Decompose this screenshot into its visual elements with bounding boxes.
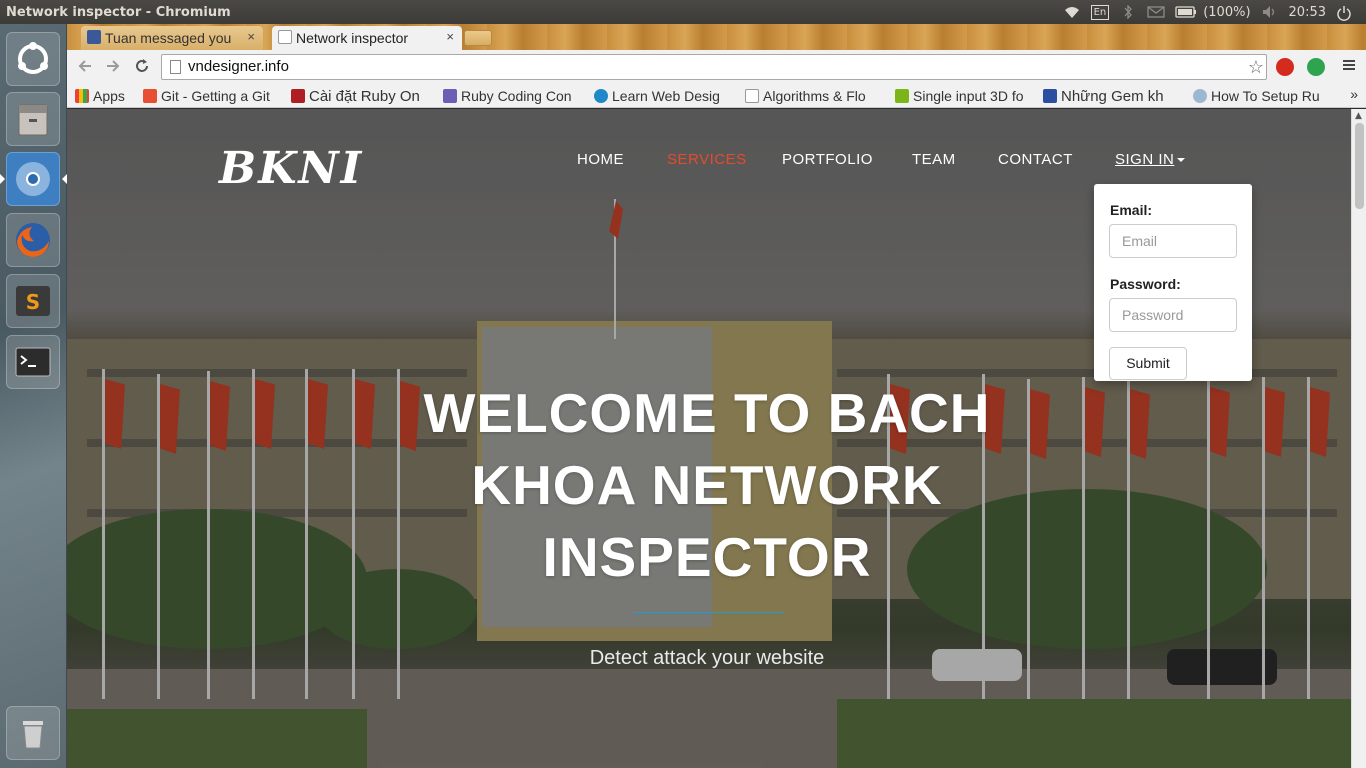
nav-services[interactable]: SERVICES — [667, 151, 747, 168]
bookmark-label: Những Gem kh — [1061, 88, 1164, 105]
page-viewport: BKNI HOME SERVICES PORTFOLIO TEAM CONTAC… — [67, 109, 1351, 768]
bookmarks-bar: Apps Git - Getting a Git Cài đặt Ruby On… — [67, 84, 1366, 108]
files-icon[interactable] — [6, 92, 60, 146]
terminal-icon[interactable] — [6, 335, 60, 389]
back-arrow-icon[interactable] — [75, 57, 95, 77]
browser-tabstrip: Tuan messaged you × Network inspector × — [67, 24, 1366, 50]
bluetooth-icon[interactable] — [1119, 4, 1137, 20]
scroll-up-arrow-icon[interactable]: ▲ — [1355, 111, 1362, 121]
bookmark-single-input[interactable]: Single input 3D fo — [893, 86, 1033, 106]
page-icon — [745, 89, 759, 103]
bookmark-git[interactable]: Git - Getting a Git — [141, 86, 281, 106]
bookmark-label: How To Setup Ru — [1211, 88, 1320, 104]
active-window-indicator — [0, 174, 5, 184]
bookmark-gems[interactable]: Những Gem kh — [1041, 86, 1181, 106]
keyboard-layout-indicator[interactable]: En — [1090, 4, 1110, 20]
page-info-icon[interactable] — [170, 60, 181, 74]
bookmark-learn-web-design[interactable]: Learn Web Desig — [592, 86, 732, 106]
play-icon — [895, 89, 909, 103]
scrollbar-thumb[interactable] — [1355, 123, 1364, 209]
tab-network-inspector[interactable]: Network inspector × — [272, 26, 462, 50]
more-bookmarks-chevron[interactable]: » — [1350, 86, 1358, 102]
page-scrollbar[interactable]: ▲ — [1351, 109, 1366, 768]
submit-button[interactable]: Submit — [1109, 347, 1187, 380]
facebook-icon — [87, 30, 101, 44]
bookmark-label: Learn Web Desig — [612, 88, 720, 104]
browser-toolbar: vndesigner.info ☆ — [67, 50, 1366, 84]
adblock-extension-icon[interactable] — [1276, 58, 1294, 76]
sublime-text-icon[interactable]: S — [6, 274, 60, 328]
avatar-icon — [1043, 89, 1057, 103]
forward-arrow-icon[interactable] — [103, 57, 123, 77]
tab-facebook[interactable]: Tuan messaged you × — [81, 26, 263, 50]
nav-sign-in-label: SIGN IN — [1115, 151, 1175, 168]
git-icon — [143, 89, 157, 103]
nav-team[interactable]: TEAM — [912, 151, 956, 168]
email-label: Email: — [1110, 202, 1153, 218]
nav-portfolio[interactable]: PORTFOLIO — [782, 151, 873, 168]
password-label: Password: — [1110, 276, 1181, 292]
site-navigation: HOME SERVICES PORTFOLIO TEAM CONTACT SIG… — [67, 151, 1351, 171]
ubuntu-dash-icon[interactable] — [6, 32, 60, 86]
bookmark-ruby-coding[interactable]: Ruby Coding Con — [441, 86, 581, 106]
mail-icon[interactable] — [1147, 5, 1165, 19]
bookmark-ruby-install[interactable]: Cài đặt Ruby On — [289, 86, 431, 106]
power-icon[interactable] — [1336, 5, 1354, 21]
hero-subtitle: Detect attack your website — [589, 647, 825, 669]
bookmark-label: Apps — [93, 88, 125, 104]
close-tab-icon[interactable]: × — [247, 29, 255, 44]
skype-icon — [594, 89, 608, 103]
bookmark-star-icon[interactable]: ☆ — [1248, 55, 1264, 79]
page-icon — [278, 30, 292, 44]
bookmark-label: Cài đặt Ruby On — [309, 88, 420, 105]
bookmark-setup-ruby[interactable]: How To Setup Ru — [1191, 86, 1333, 106]
window-title: Network inspector - Chromium — [6, 4, 231, 20]
bookmark-label: Git - Getting a Git — [161, 88, 270, 104]
hero-title: WELCOME TO BACH KHOA NETWORK INSPECTOR — [423, 382, 991, 588]
cloud-icon — [1193, 89, 1207, 103]
chromium-icon[interactable] — [6, 152, 60, 206]
os-top-panel: Network inspector - Chromium En (100%) 2… — [0, 0, 1366, 24]
clock[interactable]: 20:53 — [1289, 5, 1326, 20]
menu-icon[interactable] — [1339, 57, 1359, 77]
bookmark-apps[interactable]: Apps — [73, 86, 133, 106]
battery-icon[interactable] — [1175, 5, 1197, 19]
new-tab-button[interactable] — [464, 30, 492, 46]
address-bar[interactable]: vndesigner.info ☆ — [161, 54, 1267, 80]
bookmark-label: Ruby Coding Con — [461, 88, 572, 104]
bookmark-algorithms[interactable]: Algorithms & Flo — [743, 86, 883, 106]
nav-home[interactable]: HOME — [577, 151, 624, 168]
tab-label: Tuan messaged you — [105, 30, 232, 46]
ruby-coding-icon — [443, 89, 457, 103]
close-tab-icon[interactable]: × — [446, 29, 454, 44]
reload-icon[interactable] — [132, 57, 152, 77]
nav-sign-in[interactable]: SIGN IN — [1115, 151, 1186, 168]
firefox-icon[interactable] — [6, 213, 60, 267]
unity-launcher: S — [0, 24, 67, 768]
bookmark-label: Single input 3D fo — [913, 88, 1024, 104]
svg-text:S: S — [26, 290, 40, 314]
hero-divider — [634, 612, 784, 613]
caret-down-icon — [1177, 158, 1186, 163]
wifi-icon[interactable] — [1063, 5, 1081, 19]
password-field[interactable]: Password — [1109, 298, 1237, 332]
apps-grid-icon — [75, 89, 89, 103]
battery-percent: (100%) — [1203, 4, 1251, 20]
bookmark-label: Algorithms & Flo — [763, 88, 866, 104]
volume-icon[interactable] — [1261, 5, 1279, 19]
nav-contact[interactable]: CONTACT — [998, 151, 1073, 168]
tab-label: Network inspector — [296, 30, 409, 46]
sign-in-dropdown: Email: Email Password: Password Submit — [1094, 184, 1252, 381]
extension-icon[interactable] — [1307, 58, 1325, 76]
email-field[interactable]: Email — [1109, 224, 1237, 258]
trash-icon[interactable] — [6, 706, 60, 760]
system-tray: En (100%) 20:53 — [1063, 0, 1366, 24]
url-text: vndesigner.info — [188, 58, 289, 75]
ruby-icon — [291, 89, 305, 103]
